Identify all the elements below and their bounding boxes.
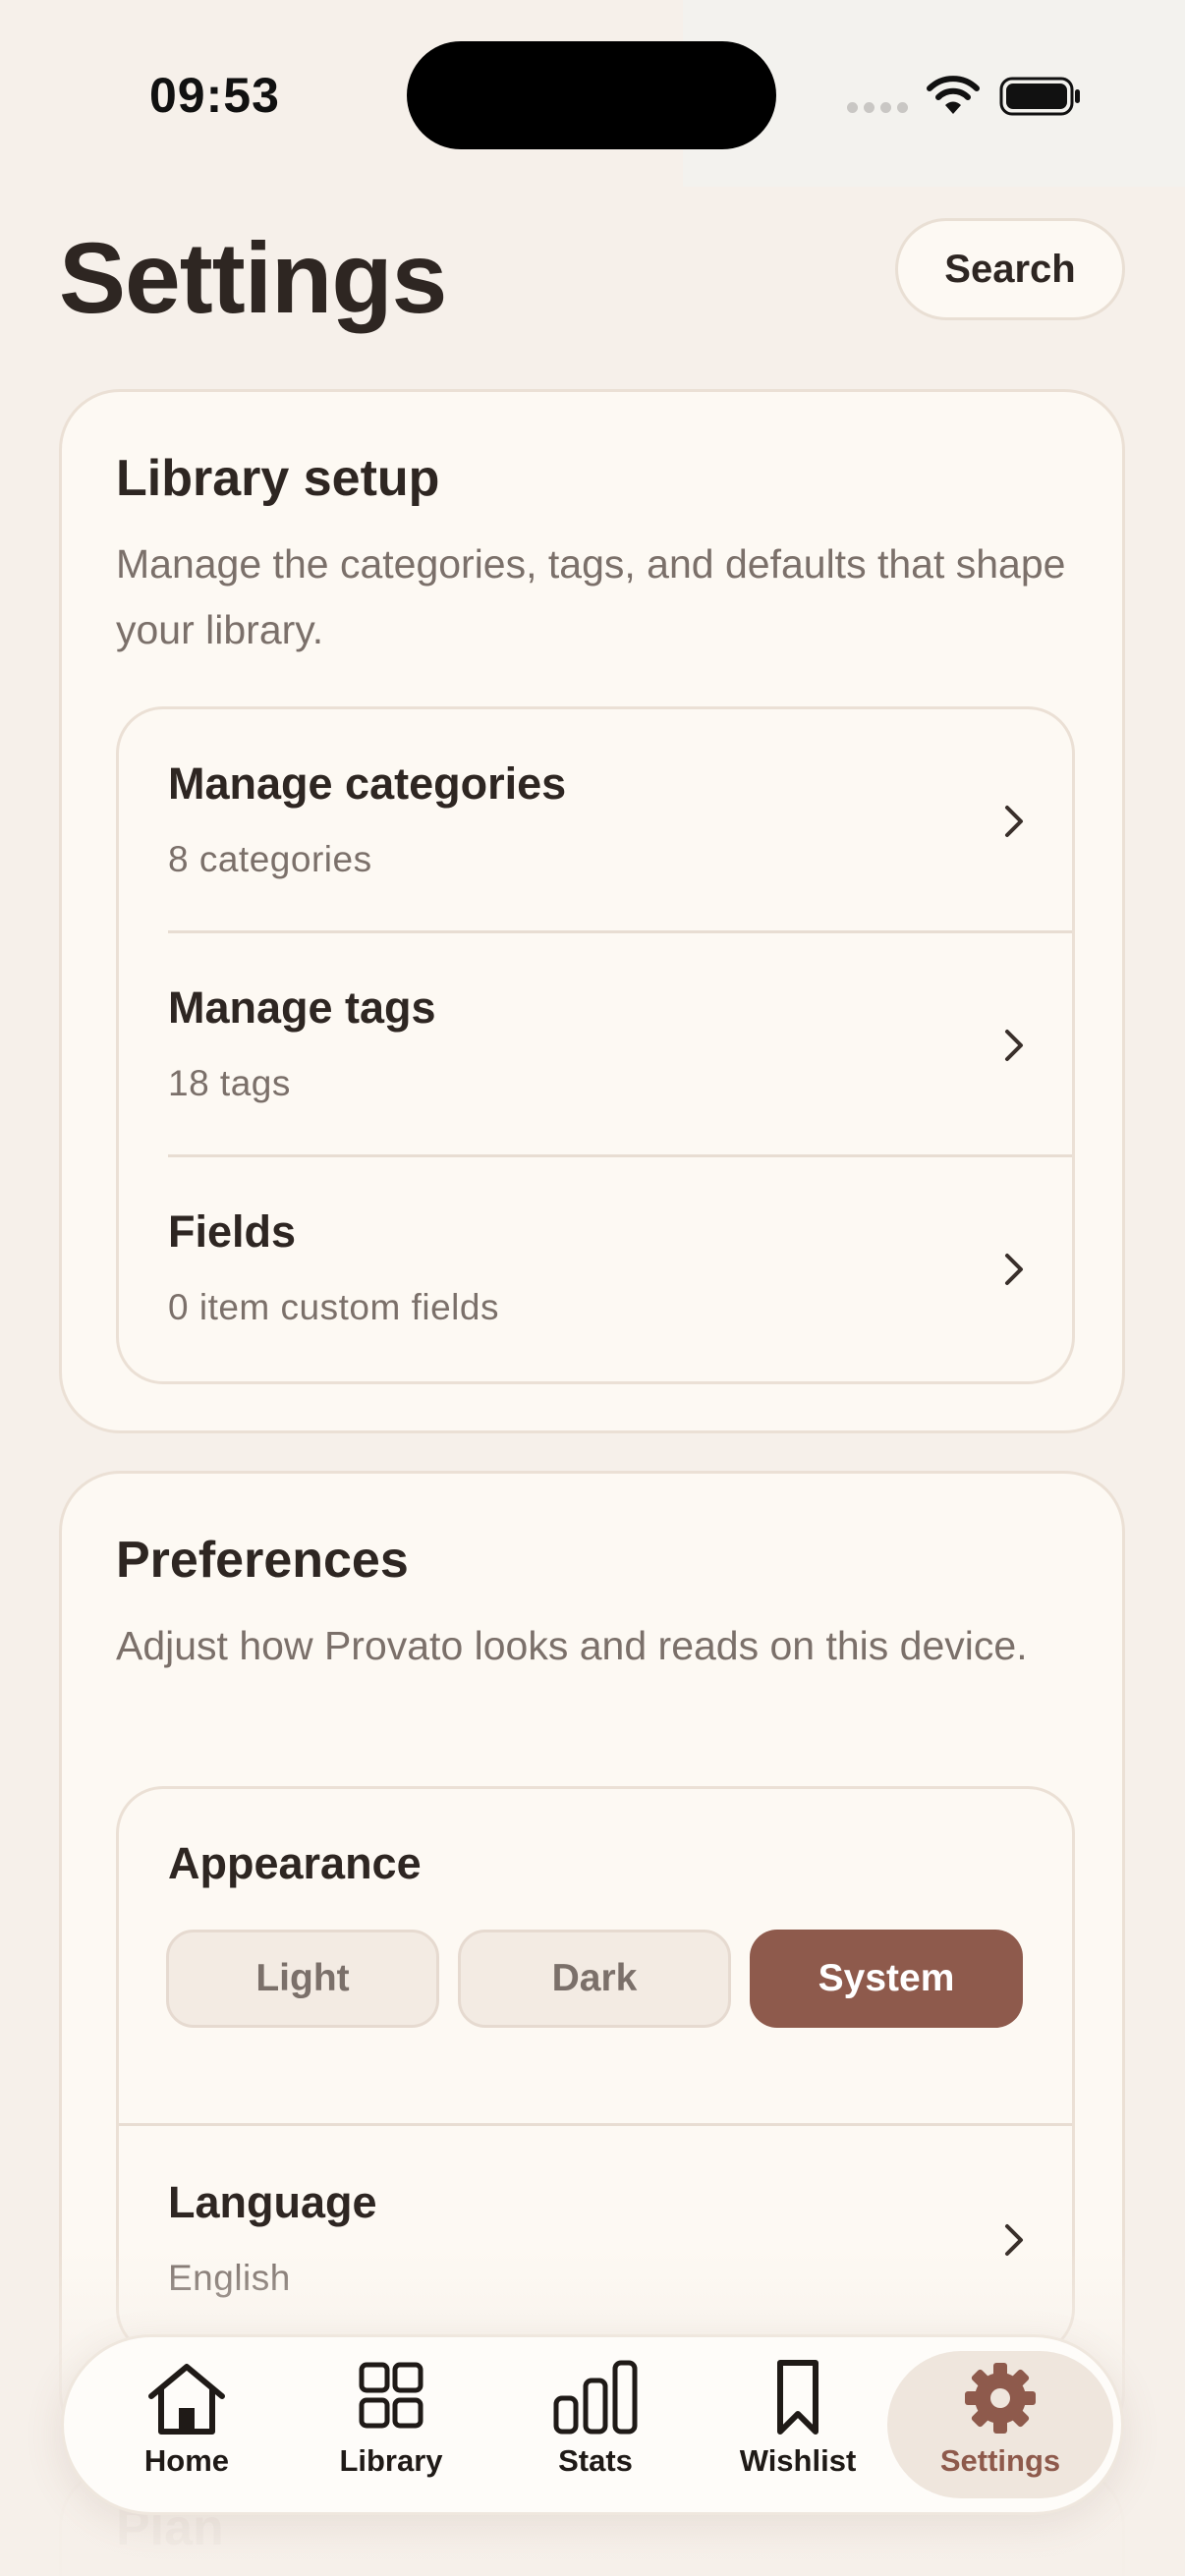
- preferences-title: Preferences: [116, 1532, 409, 1589]
- language-value: English: [168, 2258, 291, 2298]
- manage-categories-count: 8 categories: [168, 839, 372, 879]
- library-setup-description: Manage the categories, tags, and default…: [116, 541, 1066, 652]
- status-time: 09:53: [149, 68, 280, 123]
- battery-icon: [999, 77, 1080, 116]
- tab-home-label: Home: [143, 2443, 230, 2478]
- tab-stats-label: Stats: [558, 2443, 633, 2478]
- manage-tags-count: 18 tags: [168, 1063, 291, 1103]
- tab-settings-label: Settings: [939, 2443, 1061, 2478]
- tab-bar: Home Library Stats Wishlist Settings: [61, 2334, 1124, 2515]
- library-setup-list: Manage categories 8 categories Manage ta…: [116, 706, 1075, 1384]
- manage-tags-row[interactable]: Manage tags 18 tags: [119, 933, 1072, 1157]
- appearance-system-option[interactable]: System: [750, 1930, 1023, 2028]
- tab-wishlist[interactable]: Wishlist: [705, 2351, 891, 2498]
- tab-library-label: Library: [339, 2443, 443, 2478]
- search-button[interactable]: Search: [895, 218, 1125, 320]
- language-title: Language: [168, 2177, 377, 2227]
- gear-icon: [965, 2363, 1036, 2434]
- dynamic-island: [407, 41, 776, 149]
- tab-wishlist-label: Wishlist: [739, 2443, 857, 2478]
- appearance-label: Appearance: [168, 1838, 422, 1888]
- status-bar: 09:53: [0, 0, 1185, 187]
- library-setup-card: Library setup Manage the categories, tag…: [59, 389, 1125, 1433]
- cellular-signal-icon: [847, 102, 908, 113]
- manage-categories-row[interactable]: Manage categories 8 categories: [119, 709, 1072, 933]
- tab-stats[interactable]: Stats: [502, 2351, 689, 2498]
- chevron-right-icon: [1005, 1254, 1023, 1285]
- page-title: Settings: [59, 222, 447, 334]
- tab-home[interactable]: Home: [93, 2351, 280, 2498]
- appearance-dark-option[interactable]: Dark: [458, 1930, 731, 2028]
- library-setup-title: Library setup: [116, 450, 440, 507]
- appearance-row: Appearance Light Dark System: [119, 1789, 1072, 2123]
- appearance-light-option[interactable]: Light: [166, 1930, 439, 2028]
- grid-icon: [359, 2362, 423, 2429]
- manage-categories-title: Manage categories: [168, 758, 567, 809]
- chevron-right-icon: [1005, 806, 1023, 837]
- preferences-card: Preferences Adjust how Provato looks and…: [59, 1471, 1125, 2453]
- manage-tags-title: Manage tags: [168, 982, 436, 1033]
- bar-chart-icon: [553, 2360, 638, 2435]
- fields-row[interactable]: Fields 0 item custom fields: [119, 1157, 1072, 1381]
- preferences-list: Appearance Light Dark System Language En…: [116, 1786, 1075, 2356]
- home-icon: [148, 2364, 225, 2435]
- chevron-right-icon: [1005, 1030, 1023, 1061]
- fields-count: 0 item custom fields: [168, 1287, 499, 1327]
- language-row[interactable]: Language English: [119, 2126, 1072, 2353]
- fields-title: Fields: [168, 1206, 297, 1257]
- tab-library[interactable]: Library: [298, 2351, 484, 2498]
- tab-settings[interactable]: Settings: [887, 2351, 1113, 2498]
- wifi-icon: [927, 76, 980, 114]
- preferences-description: Adjust how Provato looks and reads on th…: [116, 1623, 1028, 1668]
- chevron-right-icon: [1005, 2224, 1023, 2256]
- bookmark-icon: [777, 2360, 818, 2435]
